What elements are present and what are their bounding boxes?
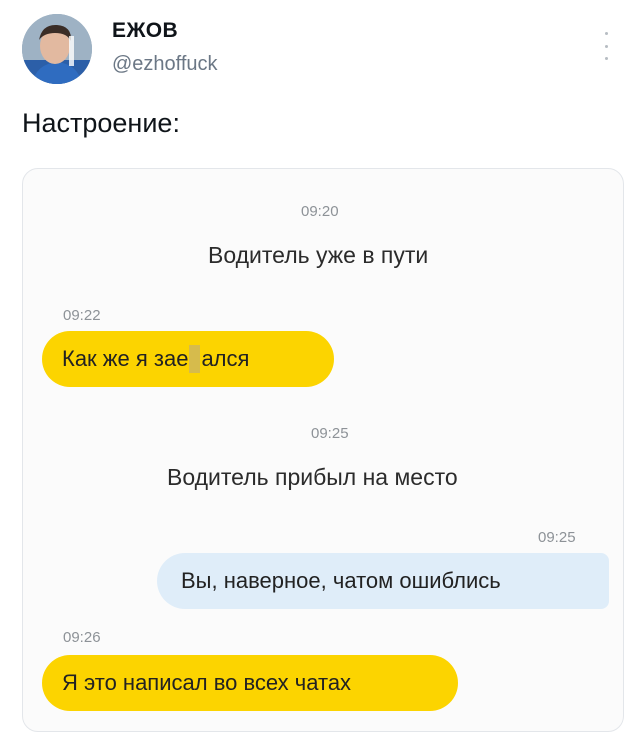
more-dot [604,44,608,48]
timestamp: 09:26 [63,629,101,646]
timestamp: 09:25 [311,425,349,442]
avatar-photo [22,14,92,84]
more-dot [604,57,608,60]
user-handle[interactable]: @ezhoffuck [112,53,218,76]
outgoing-message-bubble: Как же я зае ался [42,331,334,387]
more-vertical-icon[interactable] [596,32,616,60]
timestamp: 09:20 [301,203,339,220]
outgoing-message-bubble: Я это написал во всех чатах [42,655,458,711]
tweet-text: Настроение: [22,108,180,138]
system-message: Водитель прибыл на место [167,464,458,490]
message-text-part: ался [201,346,250,371]
more-dot [604,32,608,35]
timestamp: 09:25 [538,529,576,546]
censor-block [189,345,201,373]
system-message: Водитель уже в пути [208,242,429,268]
display-name[interactable]: ЕЖОВ [112,19,178,43]
avatar[interactable] [22,14,92,84]
incoming-message-bubble: Вы, наверное, чатом ошиблись [157,553,609,609]
tweet-media-image[interactable]: 09:20 Водитель уже в пути 09:22 Как же я… [22,168,624,732]
message-text-part: Как же я зае [62,346,189,371]
timestamp: 09:22 [63,307,101,324]
